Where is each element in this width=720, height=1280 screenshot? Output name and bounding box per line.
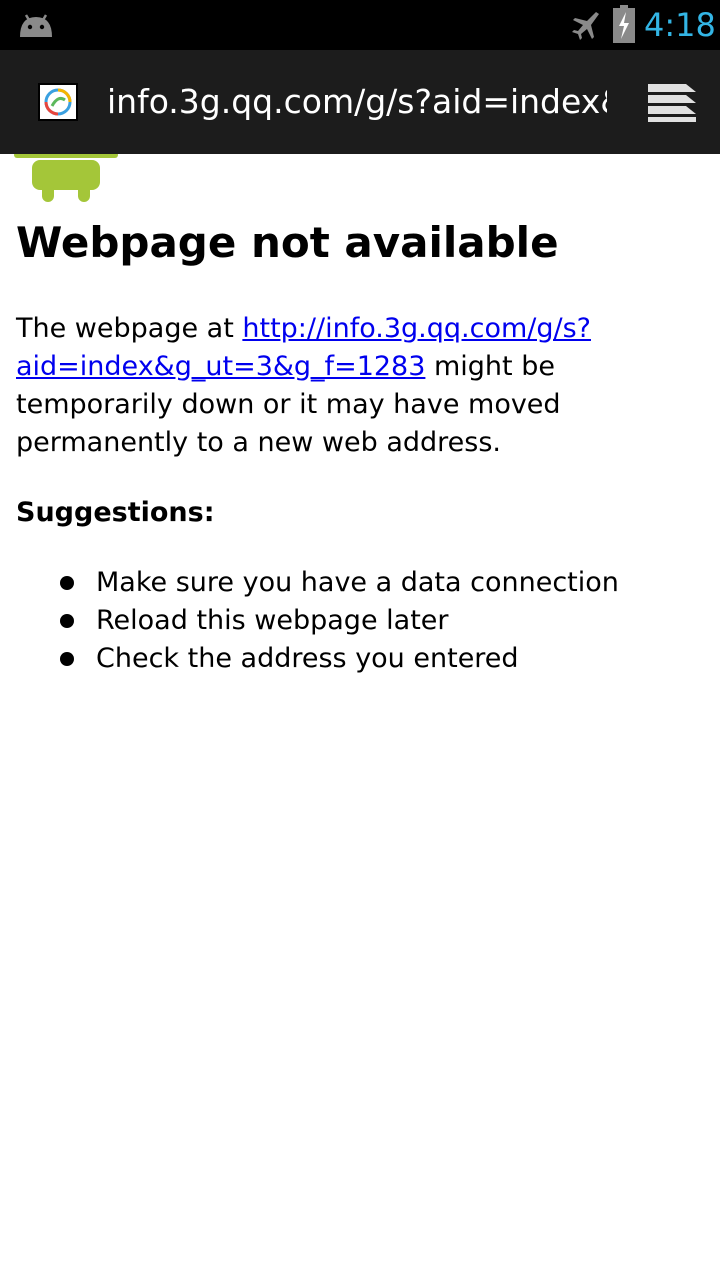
list-item: Check the address you entered <box>0 640 619 678</box>
favicon-icon <box>38 83 78 121</box>
status-bar: 4:18 <box>0 0 720 50</box>
bullet-icon <box>60 652 74 666</box>
suggestion-list: Make sure you have a data connection Rel… <box>0 564 619 678</box>
battery-charging-icon <box>613 5 635 43</box>
suggestion-text: Reload this webpage later <box>96 605 449 636</box>
suggestion-text: Check the address you entered <box>96 643 519 674</box>
list-item: Make sure you have a data connection <box>0 564 619 602</box>
page-content: Webpage not available The webpage at htt… <box>0 154 720 1280</box>
clock-time: 4:18 <box>644 6 716 44</box>
bullet-icon <box>60 614 74 628</box>
page-title: Webpage not available <box>16 218 559 267</box>
android-robot-icon <box>14 154 118 202</box>
suggestions-heading: Suggestions: <box>16 497 215 528</box>
airplane-mode-icon <box>572 12 599 40</box>
suggestion-text: Make sure you have a data connection <box>96 567 619 598</box>
bullet-icon <box>60 576 74 590</box>
error-description: The webpage at http://info.3g.qq.com/g/s… <box>16 310 666 462</box>
tabs-icon[interactable] <box>648 84 696 122</box>
description-prefix: The webpage at <box>16 313 243 344</box>
list-item: Reload this webpage later <box>0 602 619 640</box>
url-text[interactable]: info.3g.qq.com/g/s?aid=index& <box>107 80 607 124</box>
android-icon <box>20 14 52 37</box>
url-bar[interactable]: info.3g.qq.com/g/s?aid=index& <box>0 50 720 154</box>
